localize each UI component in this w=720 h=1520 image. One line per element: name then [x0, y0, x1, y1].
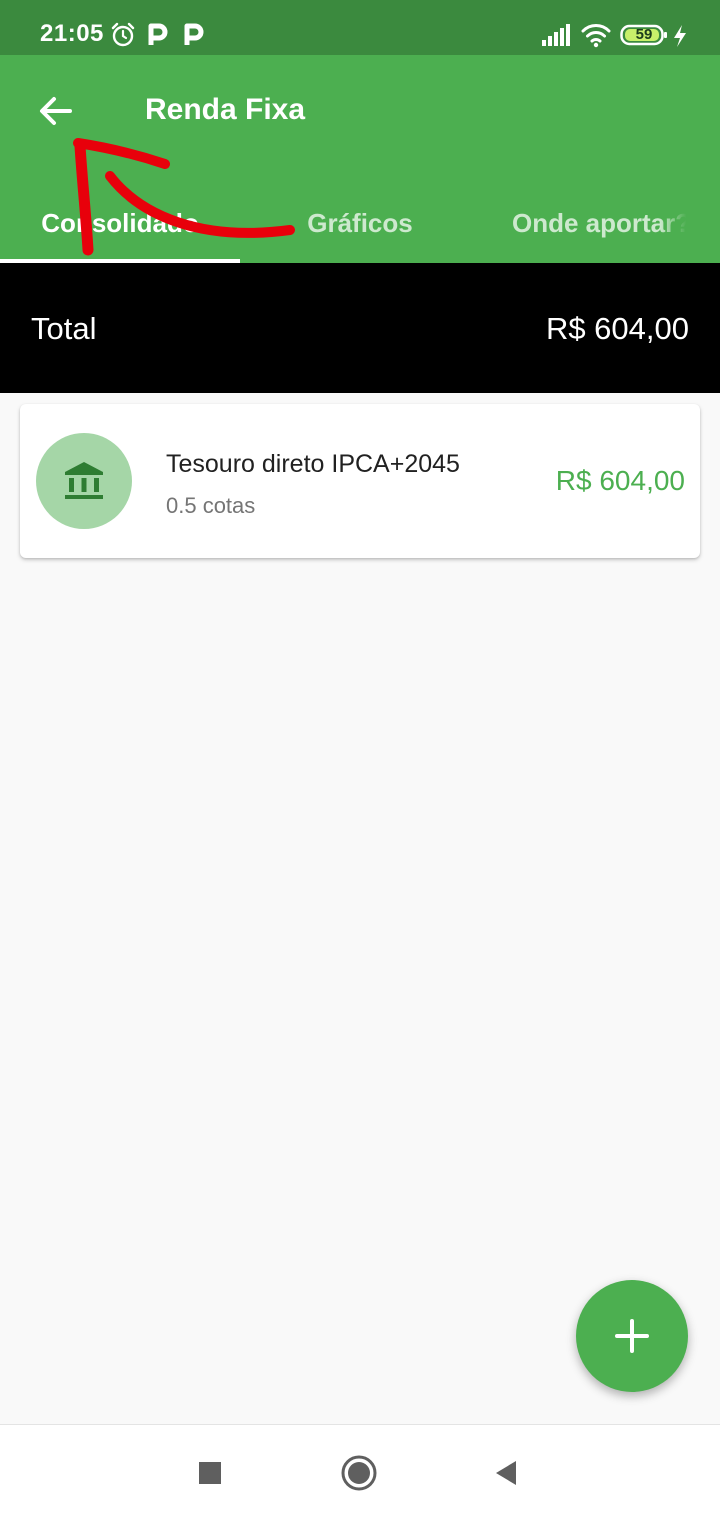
holding-quantity: 0.5 cotas — [166, 493, 256, 518]
parking-icon — [148, 23, 170, 47]
wifi-icon — [581, 22, 611, 48]
arrow-back-icon — [40, 97, 72, 125]
total-value: R$ 604,00 — [545, 311, 689, 346]
alarm-icon — [110, 22, 136, 48]
tab-onde-aportar[interactable]: Onde aportar? — [480, 183, 720, 263]
nav-back-button[interactable] — [482, 1449, 530, 1497]
add-button[interactable] — [576, 1280, 688, 1392]
total-bar: Total R$ 604,00 — [0, 263, 720, 393]
battery-level: 59 — [635, 26, 653, 43]
status-bar: 21:05 59 — [0, 0, 720, 55]
charging-icon — [672, 24, 688, 48]
total-label: Total — [31, 311, 97, 346]
holding-avatar — [36, 433, 132, 529]
holding-name: Tesouro direto IPCA+2045 — [166, 450, 460, 478]
back-triangle-icon — [496, 1461, 516, 1485]
parking-icon — [184, 23, 206, 47]
bank-icon — [65, 462, 103, 499]
navigation-bar — [0, 1424, 720, 1520]
page-title: Renda Fixa — [145, 93, 306, 126]
plus-icon — [615, 1319, 649, 1353]
recents-icon — [199, 1462, 221, 1484]
app-bar: Renda Fixa Consolidado Gráficos Onde apo… — [0, 55, 720, 263]
status-time: 21:05 — [40, 20, 104, 47]
holding-value: R$ 604,00 — [555, 465, 685, 496]
signal-icon — [542, 24, 572, 46]
holding-card[interactable]: Tesouro direto IPCA+2045 0.5 cotas R$ 60… — [20, 404, 700, 558]
tab-graficos[interactable]: Gráficos — [240, 183, 480, 263]
home-icon — [341, 1455, 377, 1491]
recents-button[interactable] — [186, 1449, 234, 1497]
back-button[interactable] — [24, 79, 88, 143]
home-button[interactable] — [335, 1449, 383, 1497]
tab-consolidado[interactable]: Consolidado — [0, 183, 240, 263]
